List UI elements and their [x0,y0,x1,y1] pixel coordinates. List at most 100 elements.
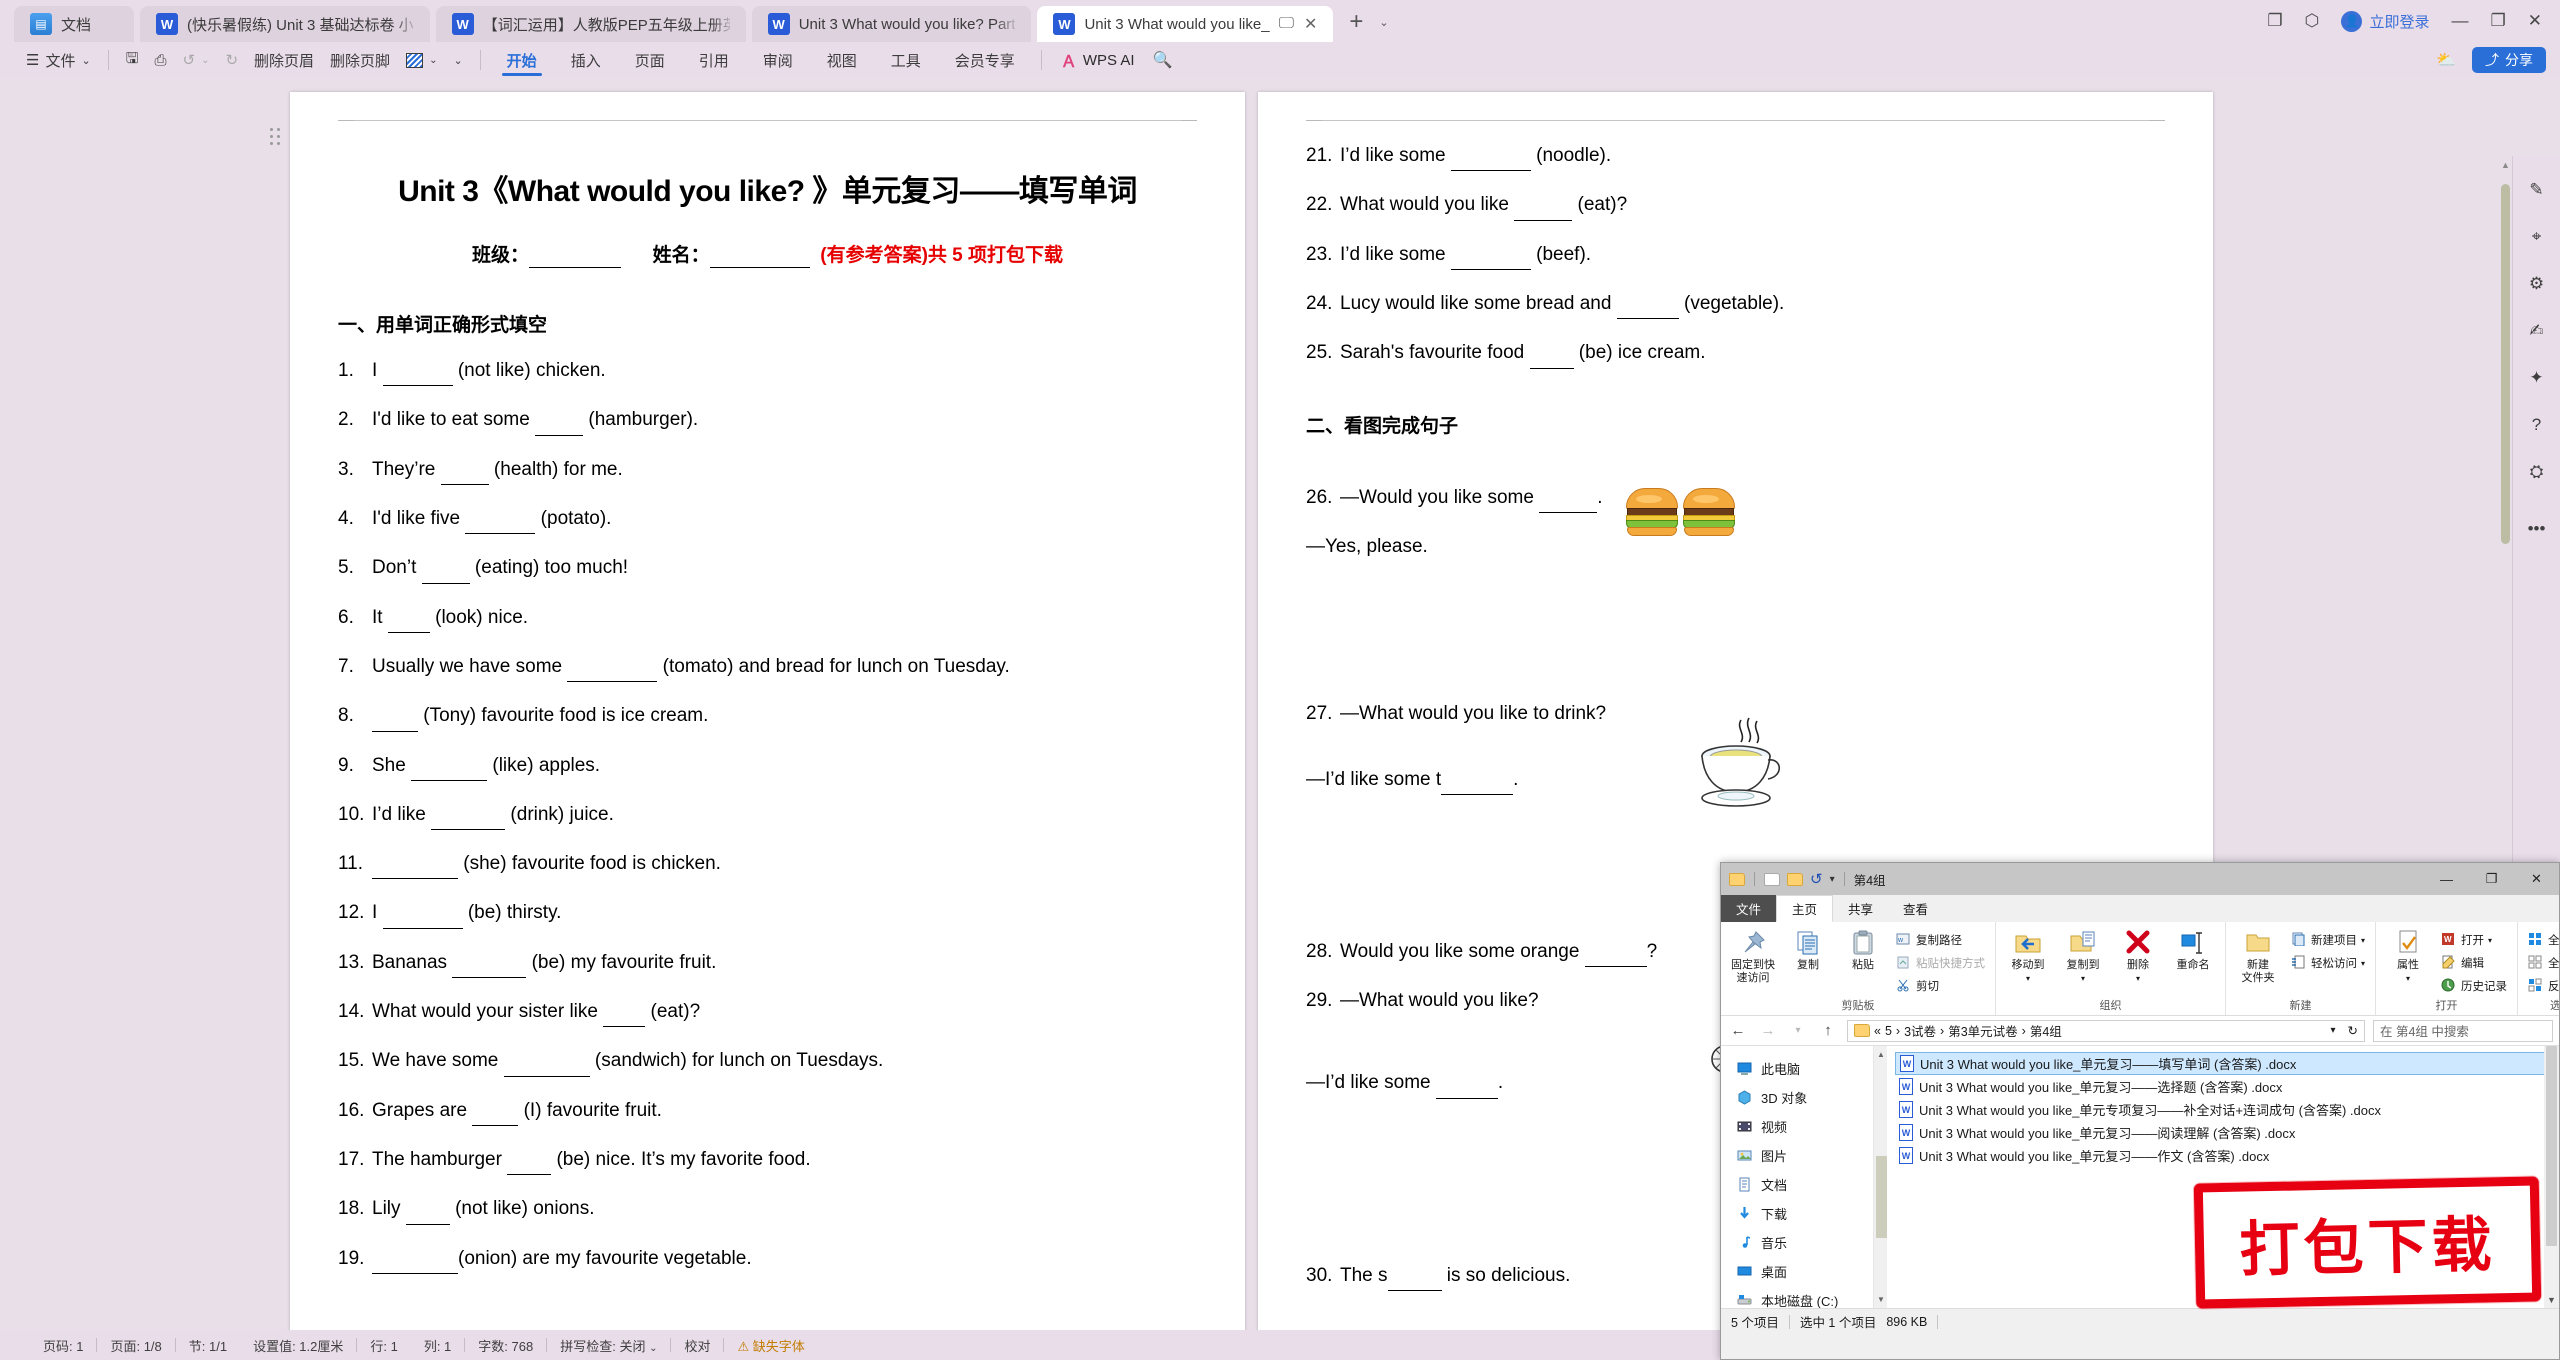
close-button[interactable]: ✕ [2514,863,2559,895]
refresh-icon[interactable]: ↻ [2348,1023,2358,1038]
redo-icon[interactable]: ↻ [217,46,246,74]
answer-blank[interactable] [535,410,584,436]
breadcrumb-3[interactable]: 第3单元试卷 [1948,1021,2017,1040]
nav-pane-scrollbar[interactable]: ▲ ▼ [1873,1046,1887,1308]
up-button[interactable]: ↑ [1817,1022,1839,1039]
answer-blank[interactable] [1450,146,1531,172]
nav-item-3d-objects[interactable]: 3D 对象 [1731,1083,1873,1112]
answer-blank[interactable] [411,756,488,781]
tab-item-3[interactable]: W Unit 3 What would you like? Part [751,6,1032,42]
maximize-button[interactable]: ❐ [2469,863,2514,895]
scroll-up-arrow-icon[interactable]: ▲ [2501,160,2510,170]
scroll-down-arrow-icon[interactable]: ▼ [1877,1295,1885,1304]
answer-blank[interactable] [382,903,463,929]
recent-locations-icon[interactable]: ▾ [1787,1025,1809,1036]
edit-button[interactable]: 编辑 [2438,953,2510,973]
ribbon-tab-view[interactable]: 视图 [810,43,874,77]
page-background-button[interactable]: ⌄ [398,46,445,74]
answer-blank[interactable] [503,1051,590,1077]
plus-icon[interactable]: + [1349,10,1363,34]
answer-blank[interactable] [387,608,430,633]
tab-item-2[interactable]: W 【词汇运用】人教版PEP五年级上册英 [435,6,746,42]
file-row[interactable]: W Unit 3 What would you like_单元复习——作文 (含答… [1895,1144,2559,1167]
ribbon-tab-tools[interactable]: 工具 [874,43,938,77]
ribbon-tab-member[interactable]: 会员专享 [938,43,1032,77]
ribbon-tab-page[interactable]: 页面 [618,43,682,77]
answer-blank[interactable] [1450,245,1531,270]
answer-blank[interactable] [452,953,527,979]
nav-item-this-pc[interactable]: 此电脑 [1731,1054,1873,1083]
answer-blank[interactable] [507,1150,552,1176]
file-menu-button[interactable]: ☰ 文件 ⌄ [18,46,99,74]
breadcrumb-0[interactable]: « [1874,1024,1881,1038]
cut-button[interactable]: 剪切 [1893,976,1988,996]
paste-button[interactable]: 粘贴 [1838,925,1888,972]
scrollbar-thumb[interactable] [2546,1046,2557,1246]
chevron-down-icon[interactable]: ⌄ [1379,16,1388,29]
minimize-button[interactable]: — [2424,863,2469,895]
explorer-tab-home[interactable]: 主页 [1776,895,1834,922]
chevron-down-icon[interactable]: ▾ [1830,874,1835,885]
more-tools-icon[interactable]: ⌄ [445,46,470,74]
magic-wand-icon[interactable]: ✦ [2529,368,2543,388]
answer-blank[interactable] [603,1002,646,1028]
move-to-button[interactable]: 移动到 ▾ [2003,925,2053,983]
drag-handle[interactable] [270,128,282,150]
file-list-scrollbar[interactable]: ▼ [2544,1046,2559,1308]
tab-preview-icon[interactable]: 🖵 [1279,15,1294,33]
help-icon[interactable]: ? [2532,415,2541,435]
scroll-up-arrow-icon[interactable]: ▲ [1877,1050,1885,1059]
easy-access-button[interactable]: 轻松访问 ▾ [2288,953,2368,973]
tab-item-1[interactable]: W (快乐暑假练) Unit 3 基础达标卷 小 [140,6,430,42]
more-icon[interactable]: ••• [2528,519,2546,539]
close-button[interactable]: ✕ [2528,11,2542,31]
answer-blank[interactable] [1616,294,1679,320]
hand-write-icon[interactable]: ✍ [2529,321,2543,341]
answer-blank[interactable] [372,706,418,732]
ribbon-tab-review[interactable]: 审阅 [746,43,810,77]
new-folder-icon[interactable] [1787,872,1803,886]
nav-item-music[interactable]: 音乐 [1731,1228,1873,1257]
ribbon-tab-start[interactable]: 开始 [490,43,554,77]
forward-button[interactable]: → [1757,1022,1779,1039]
scroll-down-arrow-icon[interactable]: ▼ [2547,1295,2556,1305]
ribbon-tab-reference[interactable]: 引用 [682,43,746,77]
print-preview-icon[interactable]: ⎙ [146,46,174,74]
maximize-button[interactable]: ❐ [2491,11,2506,31]
back-button[interactable]: ← [1727,1022,1749,1039]
chevron-down-icon[interactable]: ▾ [2330,1025,2335,1036]
pen-icon[interactable]: ✎ [2529,180,2543,200]
file-row[interactable]: W Unit 3 What would you like_单元复习——阅读理解 (… [1895,1121,2559,1144]
answer-blank[interactable] [440,460,489,485]
copy-to-button[interactable]: 复制到 ▾ [2058,925,2108,983]
navigation-pane[interactable]: 此电脑 3D 对象 视频 图片 文档 下载 音乐 桌面 本地磁盘 (C:) 工作… [1721,1046,1873,1308]
share-button[interactable]: ⤴ 分享 [2472,47,2546,73]
new-folder-button[interactable]: 新建 文件夹 [2233,925,2283,984]
tab-documents[interactable]: ▤ 文档 [14,6,134,42]
minimize-button[interactable]: — [2452,11,2469,31]
delete-button[interactable]: 删除 ▾ [2113,925,2163,983]
answer-blank[interactable] [431,805,506,831]
explorer-tab-file[interactable]: 文件 [1721,895,1777,922]
invert-selection-button[interactable]: 反向选择 [2525,976,2559,996]
copy-button[interactable]: 复制 [1783,925,1833,972]
answer-blank[interactable] [421,558,470,584]
explorer-title-bar[interactable]: ↺ ▾ 第4组 — ❐ ✕ [1721,863,2559,895]
nav-item-pictures[interactable]: 图片 [1731,1141,1873,1170]
select-none-button[interactable]: 全部取消 [2525,953,2559,973]
save-icon[interactable]: 🖫 [118,46,147,74]
breadcrumb-1[interactable]: 5 [1885,1024,1892,1038]
search-input[interactable]: 在 第4组 中搜索 [2373,1019,2553,1042]
file-row[interactable]: W Unit 3 What would you like_单元复习——填写单词 (… [1895,1052,2559,1075]
cloud-upload-icon[interactable]: ⛅ [2436,50,2456,70]
document-page-1[interactable]: Unit 3《What would you like? 》单元复习——填写单词 … [270,92,1245,1330]
search-icon[interactable]: 🔍 [1145,46,1181,74]
undo-icon[interactable]: ↺ [1810,870,1823,888]
breadcrumb[interactable]: « 5 › 3试卷 › 第3单元试卷 › 第4组 ▾ ↻ [1847,1019,2365,1042]
properties-icon[interactable] [1764,872,1780,886]
answer-blank[interactable] [1529,343,1574,369]
scrollbar-thumb[interactable] [2501,184,2510,544]
open-button[interactable]: W 打开 ▾ [2438,930,2510,950]
settings-sliders-icon[interactable]: ⚙ [2529,274,2544,294]
properties-button[interactable]: 属性 ▾ [2383,925,2433,983]
